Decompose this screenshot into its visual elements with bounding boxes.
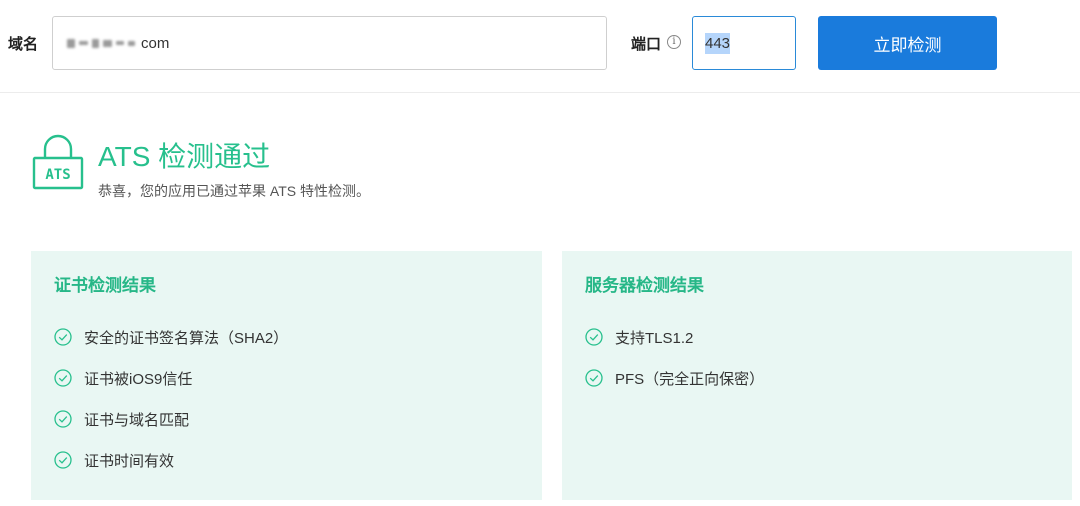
redacted-domain-text — [67, 38, 135, 48]
check-circle-icon — [585, 328, 603, 346]
server-result-list: 支持TLS1.2 PFS（完全正向保密） — [585, 327, 1072, 388]
list-item: 证书被iOS9信任 — [54, 368, 542, 388]
list-item-label: 证书与域名匹配 — [84, 411, 190, 429]
domain-input[interactable]: com — [52, 16, 607, 70]
check-form: 域名 com 端口 i 443 立即检测 — [0, 0, 1080, 93]
list-item: PFS（完全正向保密） — [585, 368, 1072, 388]
server-panel-title: 服务器检测结果 — [585, 276, 704, 295]
info-icon[interactable]: i — [667, 35, 681, 49]
list-item: 安全的证书签名算法（SHA2） — [54, 327, 542, 347]
check-circle-icon — [585, 369, 603, 387]
domain-label: 域名 — [8, 36, 39, 53]
certificate-result-panel: 证书检测结果 安全的证书签名算法（SHA2） 证书被iOS9信任 证书与域名匹配 — [31, 251, 542, 500]
list-item-label: 证书被iOS9信任 — [84, 370, 193, 388]
certificate-panel-title: 证书检测结果 — [54, 276, 156, 295]
result-subtitle: 恭喜，您的应用已通过苹果 ATS 特性检测。 — [98, 183, 370, 199]
lock-icon: ATS — [32, 134, 84, 190]
port-input-value: 443 — [705, 32, 731, 54]
ats-badge-text: ATS — [45, 167, 70, 183]
certificate-result-list: 安全的证书签名算法（SHA2） 证书被iOS9信任 证书与域名匹配 证书时间有效 — [54, 327, 542, 470]
port-label: 端口 — [631, 36, 662, 53]
list-item: 支持TLS1.2 — [585, 327, 1072, 347]
check-now-button[interactable]: 立即检测 — [818, 16, 997, 70]
list-item: 证书时间有效 — [54, 450, 542, 470]
port-input[interactable]: 443 — [692, 16, 796, 70]
check-circle-icon — [54, 410, 72, 428]
list-item-label: 支持TLS1.2 — [615, 329, 694, 347]
server-result-panel: 服务器检测结果 支持TLS1.2 PFS（完全正向保密） — [562, 251, 1072, 500]
check-circle-icon — [54, 369, 72, 387]
check-circle-icon — [54, 328, 72, 346]
check-circle-icon — [54, 451, 72, 469]
list-item-label: 证书时间有效 — [84, 452, 175, 470]
list-item-label: PFS（完全正向保密） — [615, 370, 765, 388]
result-title: ATS 检测通过 — [98, 141, 271, 172]
list-item-label: 安全的证书签名算法（SHA2） — [84, 329, 289, 347]
domain-input-value: com — [141, 34, 170, 52]
list-item: 证书与域名匹配 — [54, 409, 542, 429]
